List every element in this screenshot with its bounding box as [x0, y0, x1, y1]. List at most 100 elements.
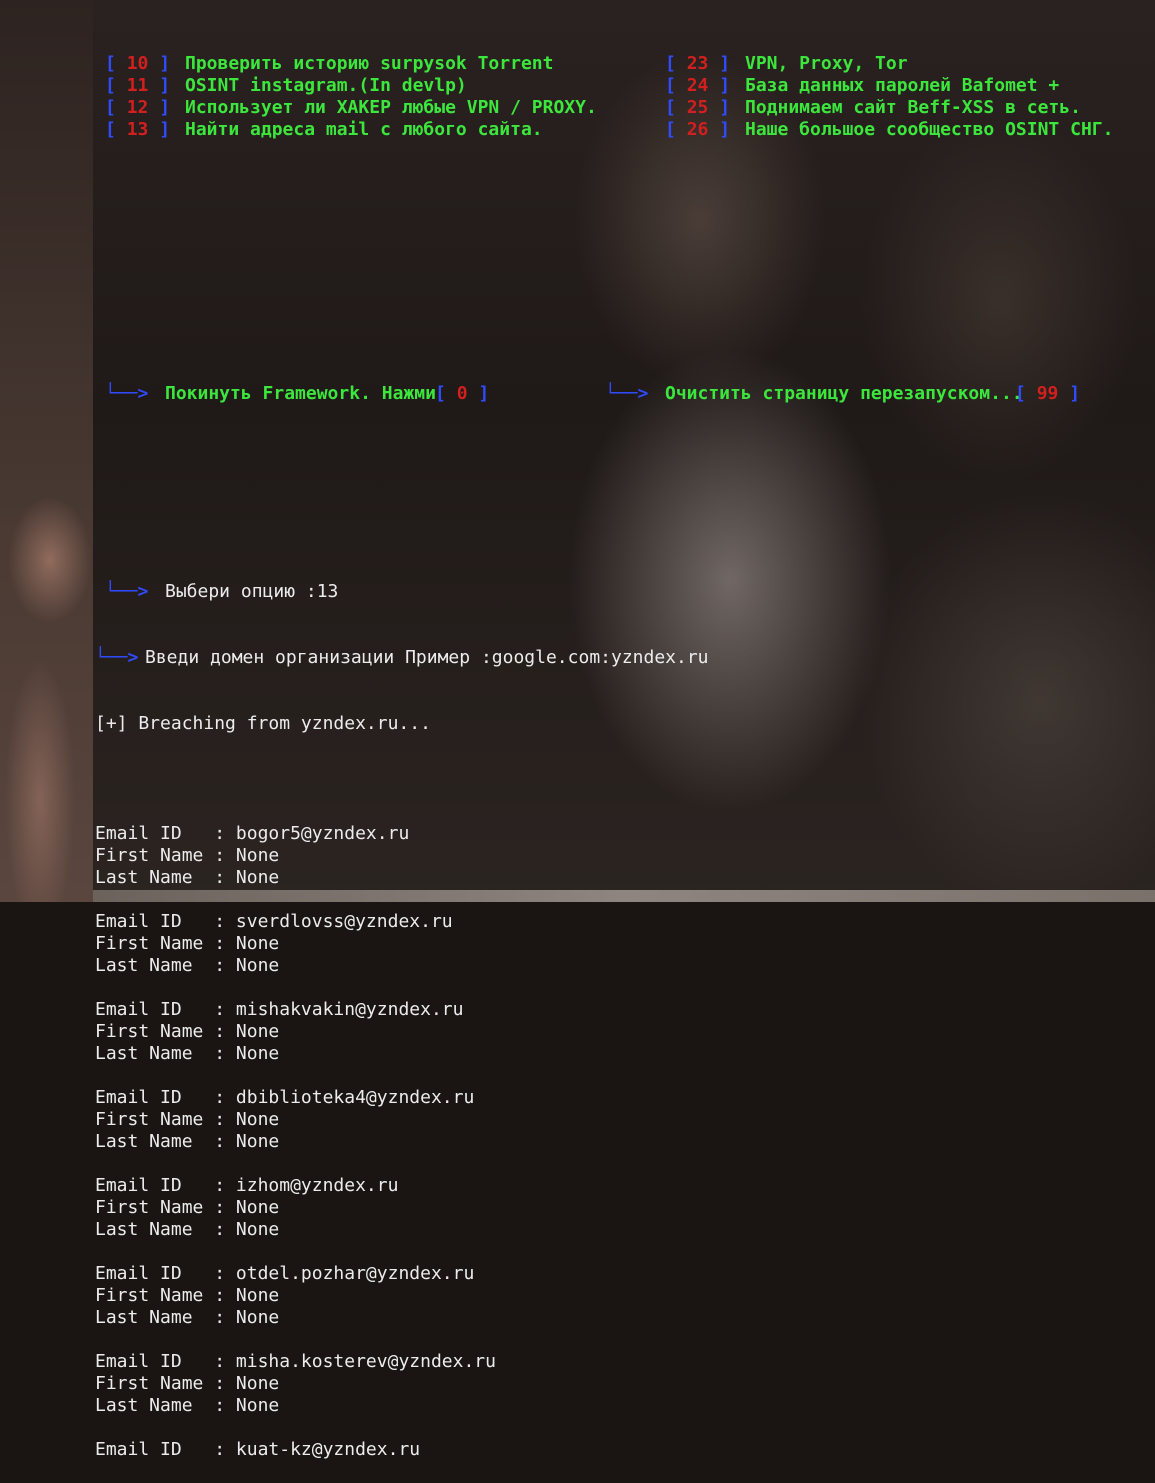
menu-option-bracket: [ 26 ]: [665, 119, 731, 140]
result-email: Email ID : sverdlovss@yzndex.ru: [95, 911, 1155, 933]
menu-option-label: VPN, Proxy, Tor: [745, 53, 908, 74]
menu-option-number: 13: [126, 119, 149, 140]
breaching-status: [+] Breaching from yzndex.ru...: [95, 713, 431, 734]
field-value: None: [235, 955, 280, 976]
field-label: Last Name :: [95, 1395, 236, 1416]
field-value: None: [235, 933, 280, 954]
field-label: Email ID :: [95, 823, 236, 844]
clear-label: Очистить страницу перезапуском...: [665, 383, 1023, 404]
exit-option-bracket: [ 0 ]: [435, 383, 490, 404]
field-label: Email ID :: [95, 999, 236, 1020]
field-value: None: [235, 1043, 280, 1064]
field-label: First Name :: [95, 1109, 236, 1130]
menu-option-bracket: [ 12 ]: [105, 97, 171, 118]
result-first-name: First Name : None: [95, 1197, 1155, 1219]
field-value: mishakvakin@yzndex.ru: [235, 999, 464, 1020]
field-value: kuat-kz@yzndex.ru: [235, 1439, 421, 1460]
result-last-name: Last Name : None: [95, 1307, 1155, 1329]
prompt-arrow-icon: └──>: [105, 581, 149, 602]
field-label: First Name :: [95, 1197, 236, 1218]
domain-input: Введи домен организации Пример :google.c…: [145, 647, 709, 668]
result-last-name: Last Name : None: [95, 955, 1155, 977]
menu-row: [ 10 ] Проверить историю surpysok Torrent…: [95, 53, 1155, 75]
result-first-name: First Name : None: [95, 933, 1155, 955]
exit-label: Покинуть Framework. Нажми: [165, 383, 436, 404]
desktop-background: [0, 0, 93, 902]
field-label: First Name :: [95, 1021, 236, 1042]
clear-arrow-icon: └──>: [605, 383, 649, 404]
field-value: None: [235, 1373, 280, 1394]
field-value: None: [235, 867, 280, 888]
field-label: First Name :: [95, 1373, 236, 1394]
field-label: Last Name :: [95, 1219, 236, 1240]
menu-option-number: 12: [126, 97, 149, 118]
results-list: Email ID : bogor5@yzndex.ru First Name : …: [95, 801, 1155, 1461]
menu-option-bracket: [ 24 ]: [665, 75, 731, 96]
result-email: Email ID : dbiblioteka4@yzndex.ru: [95, 1087, 1155, 1109]
field-label: Email ID :: [95, 1175, 236, 1196]
field-value: None: [235, 1197, 280, 1218]
field-value: sverdlovss@yzndex.ru: [235, 911, 453, 932]
field-value: None: [235, 1395, 280, 1416]
field-label: First Name :: [95, 1285, 236, 1306]
result-email: Email ID : bogor5@yzndex.ru: [95, 823, 1155, 845]
field-label: Last Name :: [95, 1307, 236, 1328]
result-last-name: Last Name : None: [95, 1043, 1155, 1065]
result-first-name: First Name : None: [95, 1373, 1155, 1395]
result-email: Email ID : kuat-kz@yzndex.ru: [95, 1439, 1155, 1461]
result-email: Email ID : mishakvakin@yzndex.ru: [95, 999, 1155, 1021]
field-value: otdel.pozhar@yzndex.ru: [235, 1263, 475, 1284]
field-value: None: [235, 1307, 280, 1328]
menu-option-number: 23: [686, 53, 709, 74]
field-value: izhom@yzndex.ru: [235, 1175, 399, 1196]
menu-option-bracket: [ 10 ]: [105, 53, 171, 74]
menu-option-number: 25: [686, 97, 709, 118]
result-last-name: Last Name : None: [95, 1219, 1155, 1241]
terminal-output[interactable]: [ 10 ] Проверить историю surpysok Torrent…: [95, 0, 1155, 1483]
field-label: Last Name :: [95, 1131, 236, 1152]
menu-option-label: Использует ли ХАКЕР любые VPN / PROXY.: [185, 97, 597, 118]
menu-option-bracket: [ 23 ]: [665, 53, 731, 74]
menu-row: [ 11 ] OSINT instagram.(In devlp) [ 24 ] Ба…: [95, 75, 1155, 97]
option-input: Выбери опцию :13: [165, 581, 339, 602]
result-first-name: First Name : None: [95, 1021, 1155, 1043]
menu-option-label: База данных паролей Bafomet +: [745, 75, 1060, 96]
menu-option-bracket: [ 13 ]: [105, 119, 171, 140]
field-label: Email ID :: [95, 1263, 236, 1284]
domain-arrow-icon: └──>: [95, 647, 139, 668]
field-label: First Name :: [95, 845, 236, 866]
clear-option-number: 99: [1036, 383, 1059, 404]
field-label: Last Name :: [95, 955, 236, 976]
menu-option-bracket: [ 25 ]: [665, 97, 731, 118]
clear-option-bracket: [ 99 ]: [1015, 383, 1081, 404]
field-value: bogor5@yzndex.ru: [235, 823, 410, 844]
menu-option-label: OSINT instagram.(In devlp): [185, 75, 467, 96]
result-first-name: First Name : None: [95, 1285, 1155, 1307]
field-value: None: [235, 1021, 280, 1042]
field-value: misha.kosterev@yzndex.ru: [235, 1351, 496, 1372]
menu-option-label: Найти адреса mail с любого сайта.: [185, 119, 543, 140]
result-email: Email ID : misha.kosterev@yzndex.ru: [95, 1351, 1155, 1373]
menu-option-number: 24: [686, 75, 709, 96]
field-label: Email ID :: [95, 1439, 236, 1460]
exit-option-number: 0: [456, 383, 468, 404]
menu-footer: └──> Покинуть Framework. Нажми [ 0 ] └──…: [95, 383, 1155, 405]
result-email: Email ID : izhom@yzndex.ru: [95, 1175, 1155, 1197]
field-value: None: [235, 1131, 280, 1152]
menu-row: [ 13 ] Найти адреса mail с любого сайта. […: [95, 119, 1155, 141]
field-label: Email ID :: [95, 1351, 236, 1372]
menu-option-label: Наше большое сообщество OSINT СНГ.: [745, 119, 1114, 140]
field-label: Email ID :: [95, 911, 236, 932]
result-last-name: Last Name : None: [95, 867, 1155, 889]
domain-prompt: └──> Введи домен организации Пример :goo…: [95, 647, 1155, 669]
field-value: None: [235, 1219, 280, 1240]
menu-option-label: Поднимаем сайт Beff-XSS в сеть.: [745, 97, 1081, 118]
field-value: None: [235, 1109, 280, 1130]
exit-arrow-icon: └──>: [105, 383, 149, 404]
menu-option-number: 10: [126, 53, 149, 74]
menu-list: [ 10 ] Проверить историю surpysok Torrent…: [95, 53, 1155, 141]
field-label: First Name :: [95, 933, 236, 954]
field-value: None: [235, 845, 280, 866]
field-value: None: [235, 1285, 280, 1306]
menu-option-label: Проверить историю surpysok Torrent: [185, 53, 554, 74]
